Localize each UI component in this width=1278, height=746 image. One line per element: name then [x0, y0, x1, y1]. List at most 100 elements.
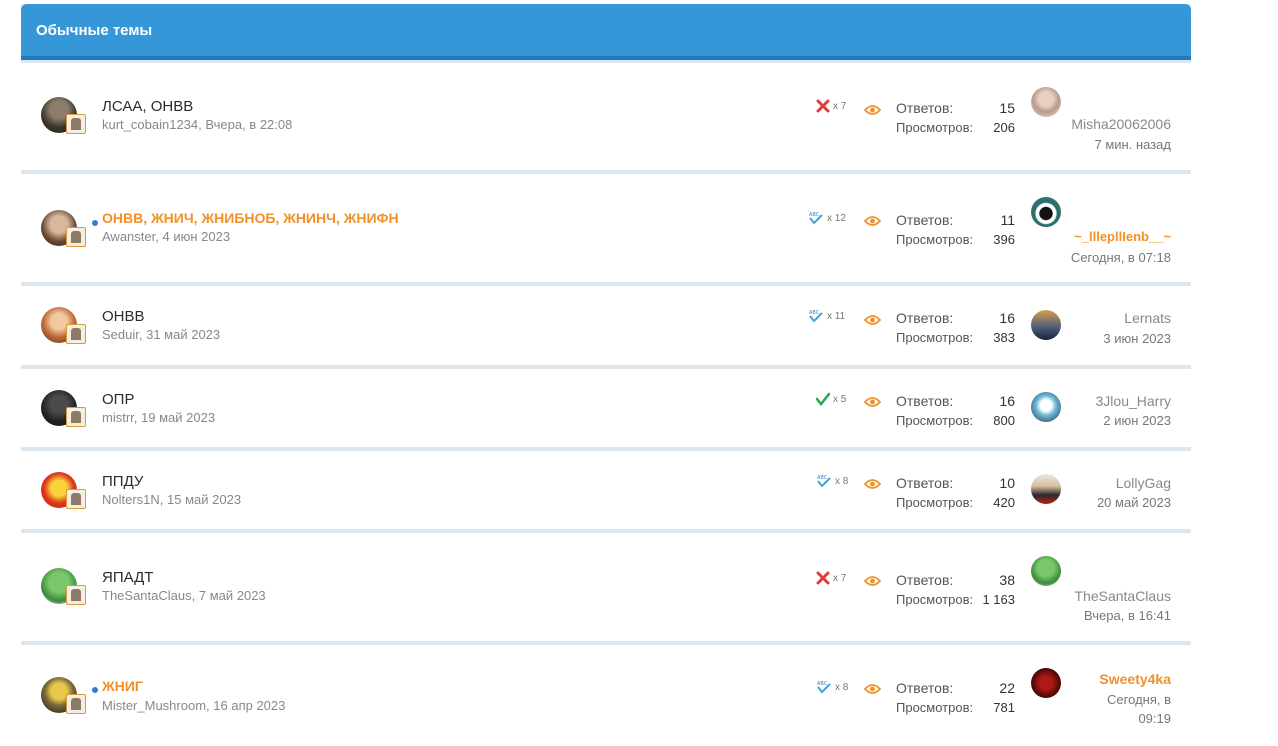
replies-count: 11 [1000, 212, 1015, 228]
replies-count: 38 [999, 572, 1015, 588]
eye-icon [864, 576, 881, 586]
prefix-counter: ABC x 12 [808, 211, 846, 225]
thread-row[interactable]: ЯПАДТ TheSantaClaus, 7 май 2023 x 7 Отве… [21, 533, 1191, 641]
last-post-date-line1[interactable]: Сегодня, в [1107, 692, 1171, 707]
last-post-date[interactable]: Сегодня, в 07:18 [1071, 250, 1171, 265]
section-header: Обычные темы [21, 4, 1191, 60]
thread-date[interactable]: Вчера, в 22:08 [205, 117, 292, 132]
replies-count: 16 [999, 393, 1015, 409]
svg-text:ABC: ABC [809, 310, 820, 316]
thread-date[interactable]: 4 июн 2023 [162, 229, 230, 244]
thread-author[interactable]: mistrr [102, 410, 134, 425]
prefix-counter: x 5 [816, 392, 846, 406]
last-poster-name[interactable]: Sweety4ka [1099, 671, 1171, 687]
thread-title[interactable]: ОНВВ, ЖНИЧ, ЖНИБНОБ, ЖНИНЧ, ЖНИФН [102, 210, 399, 226]
eye-icon [864, 684, 881, 694]
replies-label: Ответов: [896, 212, 954, 228]
last-post-date[interactable]: 20 май 2023 [1097, 495, 1171, 510]
eye-icon [864, 397, 881, 407]
replies-label: Ответов: [896, 475, 954, 491]
thread-row[interactable]: ЛСАА, ОНВВ kurt_cobain1234, Вчера, в 22:… [21, 63, 1191, 170]
rank-badge-icon [66, 407, 86, 427]
thread-author[interactable]: Nolters1N [102, 492, 160, 507]
thread-title[interactable]: ППДУ [102, 473, 143, 490]
svg-text:ABC: ABC [817, 681, 828, 687]
last-poster-name[interactable]: TheSantaClaus [1074, 588, 1171, 604]
replies-count: 15 [999, 100, 1015, 116]
thread-row[interactable]: ЖНИГ Mister_Mushroom, 16 апр 2023 ABC x … [21, 645, 1191, 746]
views-label: Просмотров: [896, 700, 974, 715]
views-label: Просмотров: [896, 232, 974, 247]
last-poster-name[interactable]: 3Jlou_Harry [1096, 393, 1171, 409]
thread-date[interactable]: 15 май 2023 [167, 492, 241, 507]
abc-check-icon: ABC [817, 475, 831, 488]
last-poster-name[interactable]: ~_lllepllIenb__~ [1074, 229, 1171, 244]
replies-label: Ответов: [896, 572, 954, 588]
thread-title[interactable]: ОПР [102, 391, 134, 408]
thread-meta: mistrr, 19 май 2023 [102, 410, 215, 425]
thread-author[interactable]: TheSantaClaus [102, 588, 192, 603]
svg-text:ABC: ABC [817, 475, 828, 481]
last-poster-avatar[interactable] [1031, 556, 1061, 586]
thread-author[interactable]: Seduir [102, 327, 139, 342]
prefix-count: x 8 [835, 681, 849, 693]
thread-row[interactable]: ОНВВ, ЖНИЧ, ЖНИБНОБ, ЖНИНЧ, ЖНИФН Awanst… [21, 174, 1191, 282]
last-poster-name[interactable]: Lernats [1124, 310, 1171, 326]
prefix-counter: ABC x 8 [816, 680, 848, 694]
thread-author[interactable]: kurt_cobain1234 [102, 117, 198, 132]
prefix-count: x 8 [835, 475, 849, 487]
replies-count: 10 [999, 475, 1015, 491]
last-post-date[interactable]: 2 июн 2023 [1103, 413, 1171, 428]
thread-author[interactable]: Mister_Mushroom [102, 698, 206, 713]
check-icon [816, 392, 830, 406]
x-icon [816, 99, 830, 113]
last-post-date[interactable]: 7 мин. назад [1095, 137, 1171, 152]
views-label: Просмотров: [896, 495, 974, 510]
views-count: 383 [993, 330, 1015, 345]
last-poster-avatar[interactable] [1031, 310, 1061, 340]
thread-date[interactable]: 31 май 2023 [146, 327, 220, 342]
thread-date[interactable]: 16 апр 2023 [213, 698, 285, 713]
replies-label: Ответов: [896, 310, 954, 326]
eye-icon [864, 105, 881, 115]
thread-title[interactable]: ЛСАА, ОНВВ [102, 98, 193, 115]
views-count: 1 163 [982, 592, 1015, 607]
thread-row[interactable]: ОНВВ Seduir, 31 май 2023 ABC x 11 Ответо… [21, 286, 1191, 365]
prefix-count: x 12 [827, 212, 846, 224]
last-poster-avatar[interactable] [1031, 392, 1061, 422]
thread-meta: Nolters1N, 15 май 2023 [102, 492, 241, 507]
prefix-count: x 7 [833, 100, 847, 112]
thread-date[interactable]: 19 май 2023 [141, 410, 215, 425]
thread-meta: Mister_Mushroom, 16 апр 2023 [102, 698, 285, 713]
x-icon [816, 571, 830, 585]
thread-title[interactable]: ЖНИГ [102, 678, 143, 694]
thread-row[interactable]: ОПР mistrr, 19 май 2023 x 5 Ответов: Про… [21, 369, 1191, 447]
prefix-count: x 5 [833, 393, 847, 405]
replies-count: 22 [999, 680, 1015, 696]
last-poster-avatar[interactable] [1031, 197, 1061, 227]
last-post-date[interactable]: Вчера, в 16:41 [1084, 608, 1171, 623]
last-post-date[interactable]: 3 июн 2023 [1103, 331, 1171, 346]
replies-label: Ответов: [896, 680, 954, 696]
views-count: 800 [993, 413, 1015, 428]
abc-check-icon: ABC [817, 681, 831, 694]
svg-text:ABC: ABC [809, 212, 820, 218]
eye-icon [864, 216, 881, 226]
thread-title[interactable]: ОНВВ [102, 308, 145, 325]
meta-separator: , [159, 492, 168, 507]
last-poster-name[interactable]: Misha20062006 [1071, 116, 1171, 132]
last-poster-avatar[interactable] [1031, 474, 1061, 504]
rank-badge-icon [66, 114, 86, 134]
last-post-date-line2[interactable]: 09:19 [1138, 711, 1171, 726]
last-poster-avatar[interactable] [1031, 87, 1061, 117]
thread-row[interactable]: ППДУ Nolters1N, 15 май 2023 ABC x 8 Отве… [21, 451, 1191, 529]
last-poster-avatar[interactable] [1031, 668, 1061, 698]
rank-badge-icon [66, 585, 86, 605]
last-poster-name[interactable]: LollyGag [1116, 475, 1171, 491]
thread-date[interactable]: 7 май 2023 [199, 588, 266, 603]
prefix-counter: ABC x 11 [808, 309, 845, 323]
prefix-counter: x 7 [816, 99, 846, 113]
thread-author[interactable]: Awanster [102, 229, 155, 244]
unread-dot [92, 687, 98, 693]
thread-title[interactable]: ЯПАДТ [102, 569, 153, 586]
